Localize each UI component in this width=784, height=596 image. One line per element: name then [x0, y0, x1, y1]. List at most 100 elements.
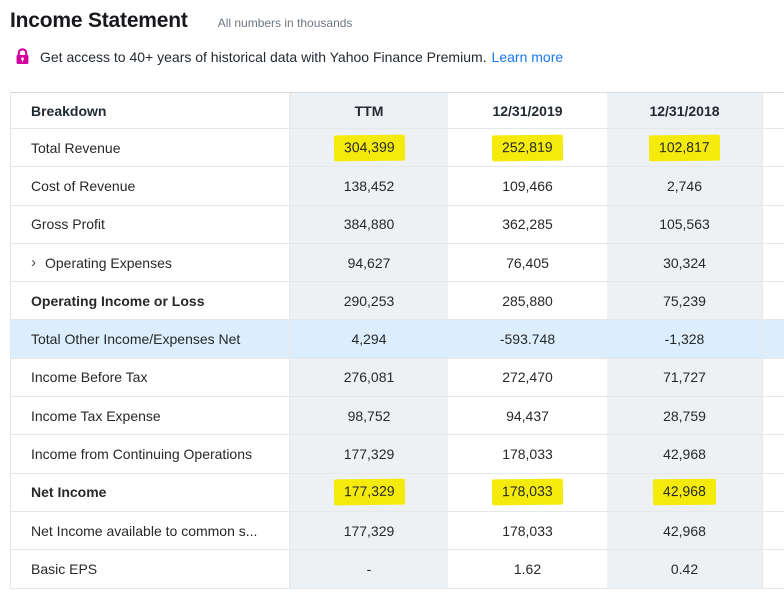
row-label-cell: › Operating Expenses — [11, 244, 290, 281]
cell-value: 4,294 — [290, 320, 448, 357]
cell-value: -1,328 — [607, 320, 763, 357]
row-padding-cell — [763, 167, 784, 204]
row-padding-cell — [763, 359, 784, 396]
cell-value: 178,033 — [448, 435, 607, 472]
row-label-text: Income Tax Expense — [31, 408, 161, 424]
marker-highlight: 42,968 — [653, 479, 716, 506]
cell-value: 94,627 — [290, 244, 448, 281]
row-label-text: Gross Profit — [31, 216, 105, 232]
cell-value: 105,563 — [607, 206, 763, 243]
column-header-12-31-2019: 12/31/2019 — [448, 93, 607, 128]
row-label-cell: Gross Profit — [11, 206, 290, 243]
table-row[interactable]: Total Revenue 304,399 252,819 102,817 — [11, 129, 784, 167]
table-row[interactable]: Basic EPS - 1.62 0.42 — [11, 550, 784, 588]
table-row[interactable]: Total Other Income/Expenses Net 4,294 -5… — [11, 320, 784, 358]
row-label-text: Basic EPS — [31, 561, 97, 577]
cell-value: 272,470 — [448, 359, 607, 396]
cell-value: - — [290, 550, 448, 587]
units-note: All numbers in thousands — [218, 16, 353, 30]
cell-value: 1.62 — [448, 550, 607, 587]
cell-value: 384,880 — [290, 206, 448, 243]
row-padding-cell — [763, 320, 784, 357]
row-label-cell: Income Before Tax — [11, 359, 290, 396]
row-label-cell: Income from Continuing Operations — [11, 435, 290, 472]
lock-icon — [15, 48, 30, 65]
cell-value: 285,880 — [448, 282, 607, 319]
table-row[interactable]: Operating Income or Loss 290,253 285,880… — [11, 282, 784, 320]
column-header-ttm: TTM — [290, 93, 448, 128]
table-row[interactable]: Gross Profit 384,880 362,285 105,563 — [11, 206, 784, 244]
table-row[interactable]: › Operating Expenses 94,627 76,405 30,32… — [11, 244, 784, 282]
premium-banner-text: Get access to 40+ years of historical da… — [40, 49, 487, 65]
cell-value: 177,329 — [290, 474, 448, 511]
cell-value: 42,968 — [607, 474, 763, 511]
row-label-cell: Net Income — [11, 474, 290, 511]
row-label-text: Cost of Revenue — [31, 178, 135, 194]
table-row[interactable]: Income from Continuing Operations 177,32… — [11, 435, 784, 473]
row-label-text: Operating Expenses — [45, 255, 172, 271]
table-body: Total Revenue 304,399 252,819 102,817 Co… — [11, 129, 784, 589]
cell-value: 177,329 — [290, 512, 448, 549]
cell-value: 304,399 — [290, 129, 448, 166]
cell-value: 0.42 — [607, 550, 763, 587]
page-title: Income Statement — [10, 9, 188, 33]
cell-value: 362,285 — [448, 206, 607, 243]
row-label-cell: Basic EPS — [11, 550, 290, 587]
cell-value: 276,081 — [290, 359, 448, 396]
cell-value: 76,405 — [448, 244, 607, 281]
table-row[interactable]: Income Tax Expense 98,752 94,437 28,759 — [11, 397, 784, 435]
row-padding-cell — [763, 244, 784, 281]
table-header-row: Breakdown TTM 12/31/2019 12/31/2018 — [11, 93, 784, 129]
row-label-cell: Total Other Income/Expenses Net — [11, 320, 290, 357]
cell-value: 2,746 — [607, 167, 763, 204]
row-padding-cell — [763, 397, 784, 434]
cell-value: 28,759 — [607, 397, 763, 434]
row-label-cell: Total Revenue — [11, 129, 290, 166]
row-label-text: Total Other Income/Expenses Net — [31, 331, 240, 347]
row-padding-cell — [763, 435, 784, 472]
table-row[interactable]: Income Before Tax 276,081 272,470 71,727 — [11, 359, 784, 397]
row-label-text: Income Before Tax — [31, 369, 147, 385]
marker-highlight: 178,033 — [492, 479, 563, 506]
row-label-cell: Cost of Revenue — [11, 167, 290, 204]
header-padding-cell — [763, 93, 784, 128]
table-row[interactable]: Net Income available to common s... 177,… — [11, 512, 784, 550]
row-label-text: Total Revenue — [31, 140, 121, 156]
row-label-cell: Income Tax Expense — [11, 397, 290, 434]
marker-highlight: 304,399 — [334, 134, 405, 161]
learn-more-link[interactable]: Learn more — [492, 49, 564, 65]
row-padding-cell — [763, 474, 784, 511]
cell-value: 102,817 — [607, 129, 763, 166]
page-header: Income Statement All numbers in thousand… — [0, 0, 784, 33]
cell-value: 109,466 — [448, 167, 607, 204]
row-label-cell: Operating Income or Loss — [11, 282, 290, 319]
income-statement-table: Breakdown TTM 12/31/2019 12/31/2018 Tota… — [10, 92, 784, 589]
cell-value: 177,329 — [290, 435, 448, 472]
column-header-breakdown: Breakdown — [11, 93, 290, 128]
cell-value: 71,727 — [607, 359, 763, 396]
row-label-cell: Net Income available to common s... — [11, 512, 290, 549]
table-row[interactable]: Cost of Revenue 138,452 109,466 2,746 — [11, 167, 784, 205]
cell-value: 30,324 — [607, 244, 763, 281]
row-padding-cell — [763, 129, 784, 166]
row-label-text: Income from Continuing Operations — [31, 446, 252, 462]
marker-highlight: 252,819 — [492, 134, 563, 161]
cell-value: 42,968 — [607, 512, 763, 549]
premium-banner: Get access to 40+ years of historical da… — [15, 48, 784, 65]
row-padding-cell — [763, 512, 784, 549]
marker-highlight: 102,817 — [649, 134, 720, 161]
table-row[interactable]: Net Income 177,329 178,033 42,968 — [11, 474, 784, 512]
cell-value: 290,253 — [290, 282, 448, 319]
chevron-right-icon[interactable]: › — [31, 255, 36, 270]
cell-value: 178,033 — [448, 474, 607, 511]
cell-value: 42,968 — [607, 435, 763, 472]
row-padding-cell — [763, 282, 784, 319]
cell-value: 178,033 — [448, 512, 607, 549]
marker-highlight: 177,329 — [334, 479, 405, 506]
cell-value: 98,752 — [290, 397, 448, 434]
cell-value: 252,819 — [448, 129, 607, 166]
row-label-text: Net Income available to common s... — [31, 523, 257, 539]
row-padding-cell — [763, 206, 784, 243]
cell-value: 94,437 — [448, 397, 607, 434]
row-label-text: Operating Income or Loss — [31, 293, 204, 309]
